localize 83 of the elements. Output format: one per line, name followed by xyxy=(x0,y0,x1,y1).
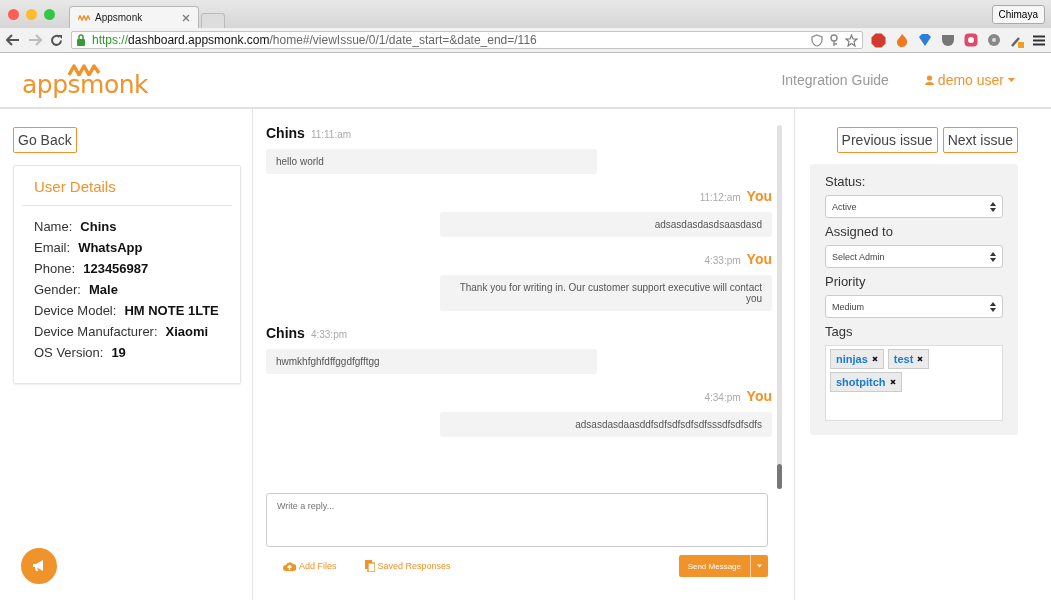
address-bar[interactable]: https://dashboard.appsmonk.com/home#/viewIssue/0/1/date_start=&date_end=/116 xyxy=(71,31,863,49)
browser-tab[interactable]: Appsmonk xyxy=(69,6,199,28)
tag-chip[interactable]: test xyxy=(887,349,930,369)
appsmonk-logo[interactable]: appsmonk xyxy=(22,63,149,97)
profile-button[interactable]: Chimaya xyxy=(991,4,1045,24)
message-bubble: hello world xyxy=(266,149,597,174)
copy-icon xyxy=(364,560,375,572)
sender-name: You xyxy=(746,188,772,204)
message-bubble: adsasdasdasdsaasdasd xyxy=(440,212,772,237)
user-icon xyxy=(924,75,934,85)
tags-field[interactable]: ninjas test shotpitch xyxy=(825,345,1003,421)
add-files-link[interactable]: Add Files xyxy=(283,561,337,571)
message-time: 4:34:pm xyxy=(704,392,741,403)
tab-title: Appsmonk xyxy=(95,12,144,23)
previous-issue-button[interactable]: Previous issue xyxy=(836,127,938,153)
select-arrows-icon xyxy=(990,251,996,262)
field-value: Chins xyxy=(80,219,117,234)
remove-tag-icon[interactable] xyxy=(889,379,896,385)
message-bubble: Thank you for writing in. Our customer support executive will contact you xyxy=(440,275,772,311)
close-tab-icon[interactable] xyxy=(182,13,190,22)
diamond-icon[interactable] xyxy=(918,33,932,47)
field-label: Email: xyxy=(34,240,71,255)
sender-name: Chins xyxy=(266,125,305,141)
message-time: 11:11:am xyxy=(310,129,352,140)
flame-icon[interactable] xyxy=(895,32,909,48)
field-label: Device Manufacturer: xyxy=(34,324,158,339)
select-arrows-icon xyxy=(990,201,996,212)
reload-icon[interactable] xyxy=(50,33,63,47)
message-bubble: adsasdasdaasddfsdfsdfsdfsdfsssdfsdfsdfs xyxy=(440,412,772,437)
remove-tag-icon[interactable] xyxy=(917,356,924,362)
send-message-button[interactable]: Send Message xyxy=(678,555,750,577)
close-window-icon[interactable] xyxy=(8,8,19,20)
select-field[interactable]: Medium xyxy=(825,295,1003,318)
next-issue-button[interactable]: Next issue xyxy=(942,127,1018,153)
lock-icon xyxy=(76,34,86,46)
logo-icon xyxy=(78,14,90,21)
key-icon[interactable] xyxy=(829,33,839,47)
field-value: 123456987 xyxy=(83,261,149,276)
message-time: 4:33:pm xyxy=(310,329,348,340)
scroll-bar[interactable] xyxy=(777,125,782,489)
field-value: 19 xyxy=(111,345,126,360)
field-value: HM NOTE 1LTE xyxy=(124,303,219,318)
message-bubble: hwmkhfghfdffggdfgfftgg xyxy=(266,349,597,374)
sender-name: Chins xyxy=(266,325,305,341)
shield-icon[interactable] xyxy=(811,33,823,47)
menu-icon[interactable] xyxy=(1033,34,1045,46)
caret-icon xyxy=(1008,78,1015,82)
go-back-button[interactable]: Go Back xyxy=(13,127,77,153)
field-label: OS Version: xyxy=(34,345,104,360)
sender-name: You xyxy=(746,251,772,267)
select-arrows-icon xyxy=(990,301,996,312)
user-menu[interactable]: demo user xyxy=(924,72,1015,88)
card-title: User Details xyxy=(33,178,117,197)
cloud-upload-icon xyxy=(283,561,296,571)
back-icon[interactable] xyxy=(6,34,20,46)
remove-tag-icon[interactable] xyxy=(871,356,878,362)
select-field[interactable]: Active xyxy=(825,195,1003,218)
field-label: Status: xyxy=(825,174,867,189)
message-time: 4:33:pm xyxy=(704,255,741,266)
field-label: Gender: xyxy=(34,282,81,297)
url-text: https://dashboard.appsmonk.com/home#/viewIssue/0/1/date_start=&date_end=/116 xyxy=(92,33,537,47)
tag-chip[interactable]: ninjas xyxy=(830,349,884,369)
field-label: Phone: xyxy=(34,261,76,276)
field-value: Male xyxy=(89,282,118,297)
field-label: Assigned to xyxy=(825,224,894,239)
integration-guide-link[interactable]: Integration Guide xyxy=(781,72,889,88)
record-icon[interactable] xyxy=(964,33,978,47)
field-value: WhatsApp xyxy=(78,240,143,255)
star-icon[interactable] xyxy=(845,33,858,47)
caret-icon xyxy=(757,564,762,568)
field-value: Xiaomi xyxy=(165,324,209,339)
field-label: Device Model: xyxy=(34,303,117,318)
message-time: 11:12:am xyxy=(699,192,741,203)
sender-name: You xyxy=(746,388,772,404)
field-label: Priority xyxy=(825,274,867,289)
reply-field[interactable]: Write a reply... xyxy=(266,493,768,547)
field-label: Tags xyxy=(825,324,854,339)
announcement-button[interactable] xyxy=(21,548,57,584)
saved-responses-link[interactable]: Saved Responses xyxy=(364,560,451,572)
field-label: Name: xyxy=(34,219,73,234)
select-field[interactable]: Select Admin xyxy=(825,245,1003,268)
tag-chip[interactable]: shotpitch xyxy=(830,372,902,392)
megaphone-icon xyxy=(32,560,46,572)
